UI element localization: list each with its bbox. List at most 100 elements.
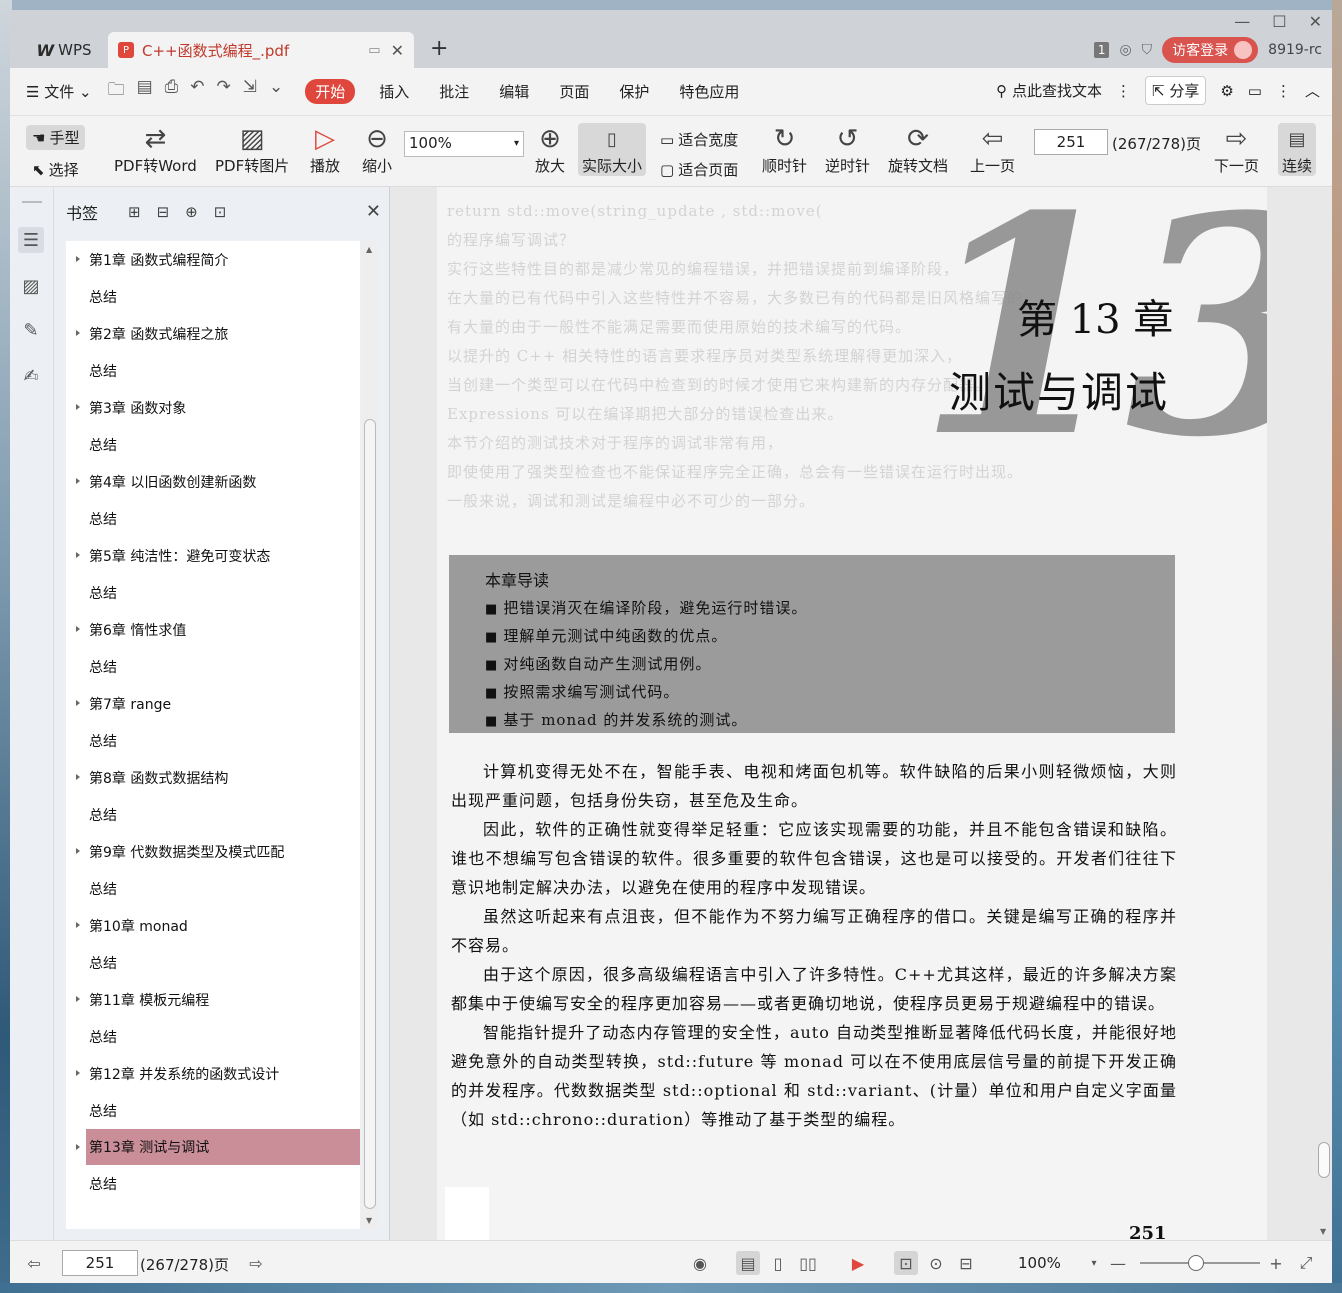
add-bookmark-icon[interactable]: ⊕	[185, 203, 198, 221]
tab-insert[interactable]: 插入	[379, 81, 409, 102]
bookmark-chapter[interactable]: 第1章 函数式编程简介	[66, 241, 360, 278]
tab-start[interactable]: 开始	[305, 79, 356, 104]
rotate-document-button[interactable]: ⟳ 旋转文档	[888, 123, 948, 176]
bookmark-summary[interactable]: 总结	[66, 500, 360, 537]
tab-document[interactable]: P C++函数式编程_.pdf ▭ ✕	[108, 32, 414, 68]
document-scroll-thumb[interactable]	[1318, 1142, 1330, 1178]
bookmark-summary[interactable]: 总结	[66, 1018, 360, 1055]
tab-wps-home[interactable]: W WPS	[20, 34, 108, 66]
fit-width-button[interactable]: ▭ 适合宽度	[660, 129, 738, 150]
play-icon[interactable]: ▶	[846, 1251, 870, 1275]
more-icon[interactable]: ⋮	[1116, 82, 1131, 100]
more-quick-icon[interactable]: ⌄	[269, 77, 283, 106]
actual-size-icon[interactable]: ⊡	[894, 1251, 918, 1275]
thumbnail-panel-icon[interactable]: ▨	[18, 273, 44, 299]
bookmark-summary[interactable]: 总结	[66, 1165, 360, 1202]
zoom-out-button[interactable]: ⊖ 缩小	[362, 123, 392, 176]
tab-protect[interactable]: 保护	[619, 81, 649, 102]
bookmark-panel-icon[interactable]: ☰	[18, 227, 44, 253]
bookmark-chapter[interactable]: 第10章 monad	[66, 907, 360, 944]
status-page-input[interactable]: 251	[62, 1250, 138, 1276]
open-folder-icon[interactable]: 🗀	[108, 77, 125, 106]
save-icon[interactable]: ▤	[137, 77, 153, 106]
eye-protect-icon[interactable]: ◉	[688, 1251, 712, 1275]
rotate-clockwise-button[interactable]: ↻ 顺时针	[762, 123, 807, 176]
tab-special[interactable]: 特色应用	[679, 81, 739, 102]
window-count-badge[interactable]: 1	[1093, 42, 1110, 58]
select-tool-button[interactable]: ⬉ 选择	[32, 159, 79, 180]
single-page-icon[interactable]: ▯	[766, 1251, 790, 1275]
new-tab-button[interactable]: +	[430, 36, 448, 61]
scroll-up-icon[interactable]: ▲	[366, 245, 372, 254]
maximize-icon[interactable]: ☐	[1272, 12, 1286, 31]
bookmark-summary[interactable]: 总结	[66, 278, 360, 315]
comment-icon[interactable]: ▭	[1248, 82, 1262, 100]
bookmark-chapter[interactable]: 第8章 函数式数据结构	[66, 759, 360, 796]
bookmark-summary[interactable]: 总结	[66, 352, 360, 389]
close-panel-icon[interactable]: ✕	[366, 201, 381, 222]
status-zoom[interactable]: 100%	[1018, 1254, 1061, 1272]
bookmark-summary[interactable]: 总结	[66, 870, 360, 907]
pin-icon[interactable]: ▭	[368, 43, 380, 58]
fit-width-icon[interactable]: ⊟	[954, 1251, 978, 1275]
export-icon[interactable]: ⇲	[243, 77, 257, 106]
minimize-icon[interactable]: —	[1234, 12, 1250, 31]
redo-icon[interactable]: ↷	[217, 77, 231, 106]
bookmark-chapter[interactable]: 第11章 模板元编程	[66, 981, 360, 1018]
zoom-in-button[interactable]: ⊕ 放大	[535, 123, 565, 176]
bookmark-summary[interactable]: 总结	[66, 426, 360, 463]
next-page-icon[interactable]: ⇨	[244, 1251, 268, 1275]
bookmark-chapter[interactable]: 第3章 函数对象	[66, 389, 360, 426]
bookmark-summary[interactable]: 总结	[66, 796, 360, 833]
zoom-slider-knob[interactable]	[1188, 1255, 1204, 1271]
bookmark-chapter[interactable]: 第5章 纯洁性：避免可变状态	[66, 537, 360, 574]
fit-page-icon[interactable]: ⊙	[924, 1251, 948, 1275]
shirt-icon[interactable]: ⛉	[1142, 42, 1153, 58]
bookmark-summary[interactable]: 总结	[66, 574, 360, 611]
print-icon[interactable]: ⎙	[165, 77, 179, 106]
bookmark-chapter[interactable]: 第7章 range	[66, 685, 360, 722]
more-options-icon[interactable]: ⋮	[1276, 82, 1291, 100]
annotation-panel-icon[interactable]: ✎	[18, 317, 44, 343]
close-tab-icon[interactable]: ✕	[391, 41, 404, 60]
zoom-dropdown-icon[interactable]: ▾	[1082, 1251, 1106, 1275]
bookmark-summary[interactable]: 总结	[66, 944, 360, 981]
zoom-select[interactable]: 100% ▾	[404, 131, 524, 157]
pdf-to-word-button[interactable]: ⇄ PDF转Word	[114, 123, 197, 176]
rotate-counterclockwise-button[interactable]: ↺ 逆时针	[825, 123, 870, 176]
bookmark-chapter[interactable]: 第6章 惰性求值	[66, 611, 360, 648]
signature-panel-icon[interactable]: ✍	[18, 363, 44, 389]
prev-page-icon[interactable]: ⇦	[22, 1251, 46, 1275]
bookmark-summary[interactable]: 总结	[66, 1092, 360, 1129]
bookmark-summary[interactable]: 总结	[66, 648, 360, 685]
prev-page-button[interactable]: ⇦ 上一页	[970, 123, 1015, 176]
find-text-button[interactable]: ⚲ 点此查找文本	[996, 80, 1102, 101]
close-window-icon[interactable]: ✕	[1309, 12, 1322, 31]
collapse-ribbon-icon[interactable]: ︿	[1305, 80, 1320, 101]
bookmark-scroll-thumb[interactable]	[364, 419, 376, 1209]
zoom-plus-icon[interactable]: +	[1264, 1251, 1288, 1275]
two-page-icon[interactable]: ▯▯	[796, 1251, 820, 1275]
tab-annotate[interactable]: 批注	[439, 81, 469, 102]
scroll-down-icon[interactable]: ▼	[1320, 1227, 1326, 1236]
page-number-input[interactable]: 251	[1034, 129, 1108, 155]
bookmark-chapter[interactable]: 第4章 以旧函数创建新函数	[66, 463, 360, 500]
fit-page-button[interactable]: ▢ 适合页面	[660, 159, 738, 180]
gear-icon[interactable]: ⚙	[1220, 82, 1233, 100]
bookmark-chapter[interactable]: 第13章 测试与调试	[76, 1129, 360, 1165]
skin-icon[interactable]: ◎	[1119, 42, 1131, 58]
play-button[interactable]: ▷ 播放	[310, 123, 340, 176]
collapse-all-icon[interactable]: ⊟	[157, 203, 170, 221]
continuous-view-icon[interactable]: ▤	[736, 1251, 760, 1275]
actual-size-button[interactable]: ▯ 实际大小	[578, 123, 647, 176]
fullscreen-icon[interactable]: ⤢	[1294, 1251, 1318, 1275]
next-page-button[interactable]: ⇨ 下一页	[1214, 123, 1259, 176]
expand-all-icon[interactable]: ⊞	[128, 203, 141, 221]
tab-edit[interactable]: 编辑	[499, 81, 529, 102]
bookmark-chapter[interactable]: 第2章 函数式编程之旅	[66, 315, 360, 352]
file-menu[interactable]: ☰ 文件 ⌄	[26, 81, 92, 102]
tab-page[interactable]: 页面	[559, 81, 589, 102]
scroll-down-icon[interactable]: ▼	[366, 1216, 372, 1225]
document-viewer[interactable]: return std::move(string_update , std::mo…	[390, 187, 1332, 1240]
bookmark-scrollbar[interactable]: ▲ ▼	[362, 241, 378, 1229]
